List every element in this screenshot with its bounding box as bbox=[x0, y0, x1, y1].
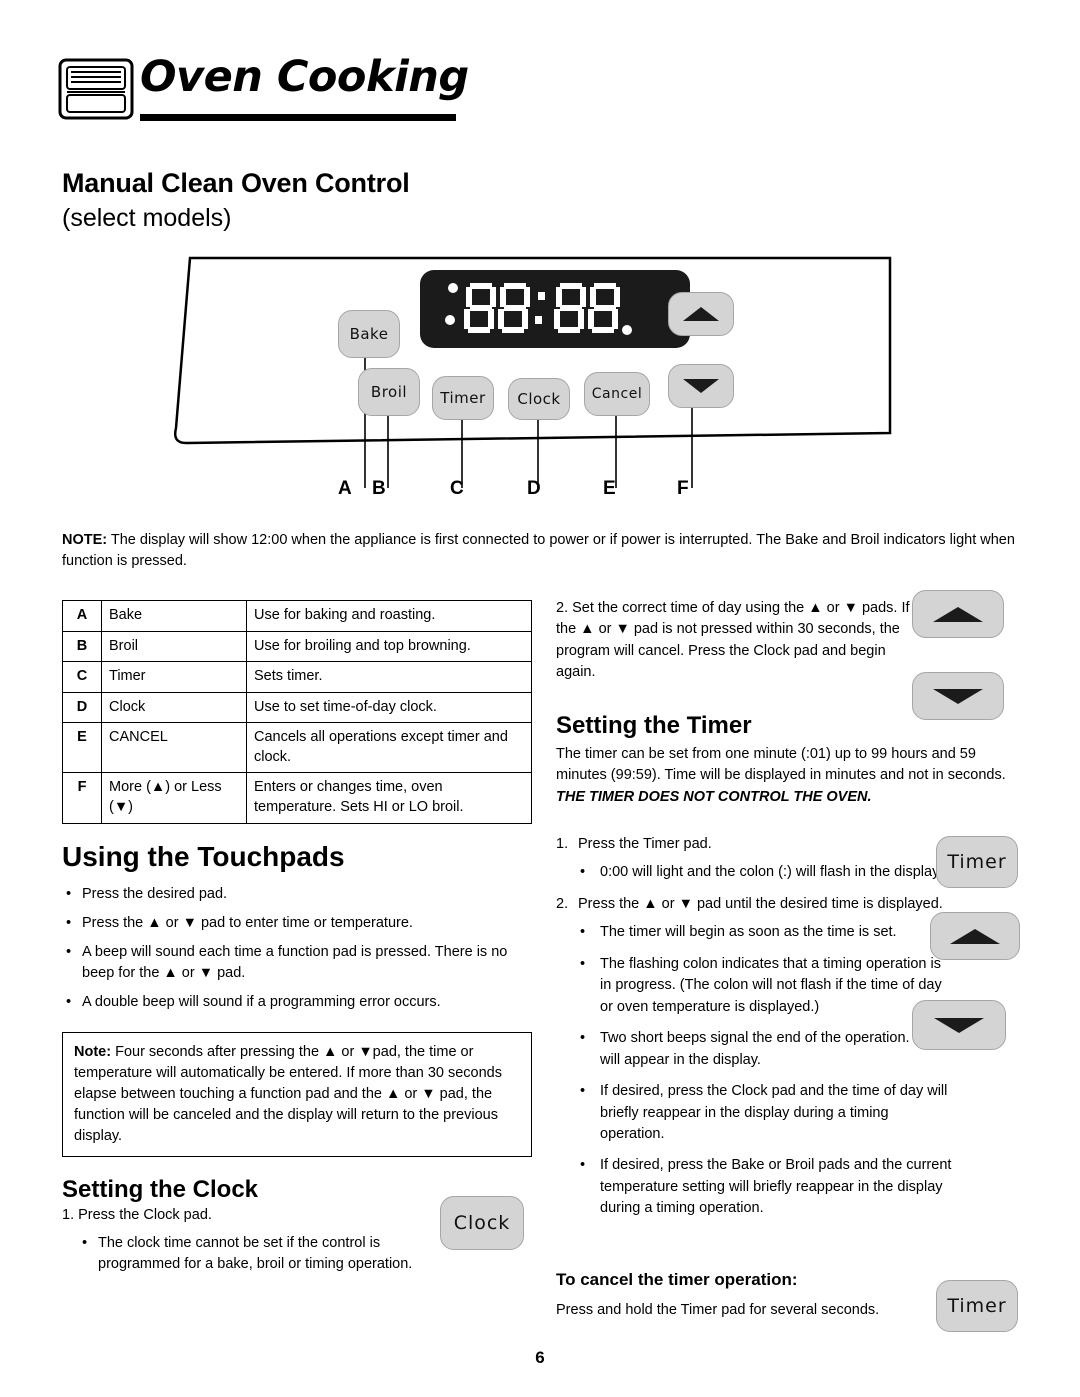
document-header: Oven Cooking bbox=[58, 52, 469, 126]
table-row: B Broil Use for broiling and top brownin… bbox=[62, 630, 532, 663]
list-item: A beep will sound each time a function p… bbox=[64, 942, 534, 984]
callout-b: B bbox=[372, 478, 386, 499]
cancel-timer-text: Press and hold the Timer pad for several… bbox=[556, 1302, 880, 1318]
pad-more-up-arrow-2[interactable] bbox=[930, 912, 1020, 960]
table-row: C Timer Sets timer. bbox=[62, 661, 532, 693]
touchpads-note-box: Note: Four seconds after pressing the ▲ … bbox=[62, 1032, 532, 1158]
legend-key: B bbox=[62, 630, 102, 663]
legend-key: A bbox=[62, 600, 102, 632]
panel-pad-less-down-arrow[interactable] bbox=[668, 364, 734, 408]
timer-intro-text-b: THE TIMER DOES NOT CONTROL THE OVEN. bbox=[556, 788, 872, 805]
indicator-label-bake: Bake bbox=[256, 280, 288, 295]
table-row: E CANCEL Cancels all operations except t… bbox=[62, 722, 532, 774]
section-heading-setting-timer: Setting the Timer bbox=[556, 712, 752, 739]
legend-desc: Sets timer. bbox=[246, 661, 532, 693]
legend-key: F bbox=[62, 772, 102, 824]
list-item: The clock time cannot be set if the cont… bbox=[80, 1233, 430, 1275]
legend-desc: Cancels all operations except timer and … bbox=[246, 722, 532, 774]
legend-desc: Use to set time-of-day clock. bbox=[246, 691, 532, 724]
legend-desc: Use for baking and roasting. bbox=[246, 600, 532, 632]
right-step-2: 2. Set the correct time of day using the… bbox=[556, 600, 910, 681]
pad-clock[interactable]: Clock bbox=[440, 1196, 524, 1250]
table-row: D Clock Use to set time-of-day clock. bbox=[62, 691, 532, 724]
pad-timer-1[interactable]: Timer bbox=[936, 836, 1018, 888]
touchpads-bullets: Press the desired pad. Press the ▲ or ▼ … bbox=[64, 884, 534, 1021]
pad-timer-2[interactable]: Timer bbox=[936, 1280, 1018, 1332]
note-top-text: The display will show 12:00 when the app… bbox=[62, 532, 1015, 570]
timer-steps-list: 1. Press the Timer pad. 0:00 will light … bbox=[556, 834, 956, 1230]
legend-desc: Enters or changes time, oven temperature… bbox=[246, 772, 532, 824]
step-number: 2. bbox=[556, 895, 569, 912]
panel-pad-more-up-arrow[interactable] bbox=[668, 292, 734, 336]
list-item: If desired, press the Clock pad and the … bbox=[556, 1081, 956, 1145]
legend-name: More (▲) or Less (▼) bbox=[101, 772, 247, 824]
note-box-label: Note: bbox=[74, 1044, 112, 1060]
callout-f: F bbox=[677, 478, 689, 499]
page-number: 6 bbox=[535, 1348, 545, 1367]
section-heading-setting-clock: Setting the Clock bbox=[62, 1176, 259, 1203]
header-title: Oven Cooking bbox=[140, 52, 469, 102]
legend-key: C bbox=[62, 661, 102, 693]
list-item: A double beep will sound if a programmin… bbox=[64, 992, 534, 1013]
pad-more-up-arrow-1[interactable] bbox=[912, 590, 1004, 638]
note-box-text: Four seconds after pressing the ▲ or ▼pa… bbox=[74, 1044, 502, 1145]
step-number: 1. bbox=[556, 836, 569, 852]
callout-d: D bbox=[527, 478, 541, 499]
timer-intro: The timer can be set from one minute (:0… bbox=[556, 744, 1016, 808]
legend-name: Clock bbox=[101, 691, 247, 724]
note-top-label: NOTE: bbox=[62, 532, 108, 548]
list-item: If desired, press the Bake or Broil pads… bbox=[556, 1155, 956, 1219]
callout-a: A bbox=[338, 478, 352, 499]
oven-icon bbox=[58, 58, 134, 120]
list-item: The timer will begin as soon as the time… bbox=[556, 922, 956, 944]
section-heading-touchpads: Using the Touchpads bbox=[62, 841, 345, 872]
heading-cancel-timer: To cancel the timer operation: bbox=[556, 1270, 798, 1289]
panel-pad-clock[interactable]: Clock bbox=[508, 378, 570, 420]
step-text: Press the ▲ or ▼ pad until the desired t… bbox=[578, 895, 943, 912]
panel-pad-broil[interactable]: Broil bbox=[358, 368, 420, 416]
legend-name: Broil bbox=[101, 630, 247, 663]
header-underline bbox=[140, 114, 456, 121]
list-item: The flashing colon indicates that a timi… bbox=[556, 954, 956, 1018]
list-item: 0:00 will light and the colon (:) will f… bbox=[556, 862, 956, 884]
legend-desc: Use for broiling and top browning. bbox=[246, 630, 532, 663]
panel-pad-bake[interactable]: Bake bbox=[338, 310, 400, 358]
pad-less-down-arrow-1[interactable] bbox=[912, 672, 1004, 720]
panel-pad-cancel[interactable]: Cancel bbox=[584, 372, 650, 416]
list-item: 2. Press the ▲ or ▼ pad until the desire… bbox=[556, 894, 956, 915]
callout-e: E bbox=[603, 478, 616, 499]
pad-less-down-arrow-2[interactable] bbox=[912, 1000, 1006, 1050]
legend-key: D bbox=[62, 691, 102, 724]
note-top: NOTE: The display will show 12:00 when t… bbox=[62, 530, 1018, 572]
legend-name: Bake bbox=[101, 600, 247, 632]
page-title: Manual Clean Oven Control bbox=[62, 168, 410, 198]
callout-c: C bbox=[450, 478, 464, 499]
list-item: Two short beeps signal the end of the op… bbox=[556, 1028, 956, 1071]
page-subtitle: (select models) bbox=[62, 204, 232, 232]
legend-name: CANCEL bbox=[101, 722, 247, 774]
control-panel-illustration: Bake Broil Timer Clock Cancel Bake Broil bbox=[170, 238, 910, 506]
panel-pad-timer[interactable]: Timer bbox=[432, 376, 494, 420]
indicator-label-broil: Broil bbox=[254, 312, 284, 327]
table-row: F More (▲) or Less (▼) Enters or changes… bbox=[62, 772, 532, 824]
list-item: 1. Press the Timer pad. bbox=[556, 834, 956, 855]
legend-key: E bbox=[62, 722, 102, 774]
legend-table: A Bake Use for baking and roasting. B Br… bbox=[62, 600, 532, 824]
timer-intro-text-a: The timer can be set from one minute (:0… bbox=[556, 746, 1006, 784]
setting-clock-step-1: 1. Press the Clock pad. bbox=[62, 1207, 212, 1223]
list-item: Press the ▲ or ▼ pad to enter time or te… bbox=[64, 913, 534, 934]
table-row: A Bake Use for baking and roasting. bbox=[62, 600, 532, 632]
setting-clock-bullet: The clock time cannot be set if the cont… bbox=[80, 1233, 430, 1283]
legend-name: Timer bbox=[101, 661, 247, 693]
step-text: Press the Timer pad. bbox=[578, 836, 712, 852]
list-item: Press the desired pad. bbox=[64, 884, 534, 905]
